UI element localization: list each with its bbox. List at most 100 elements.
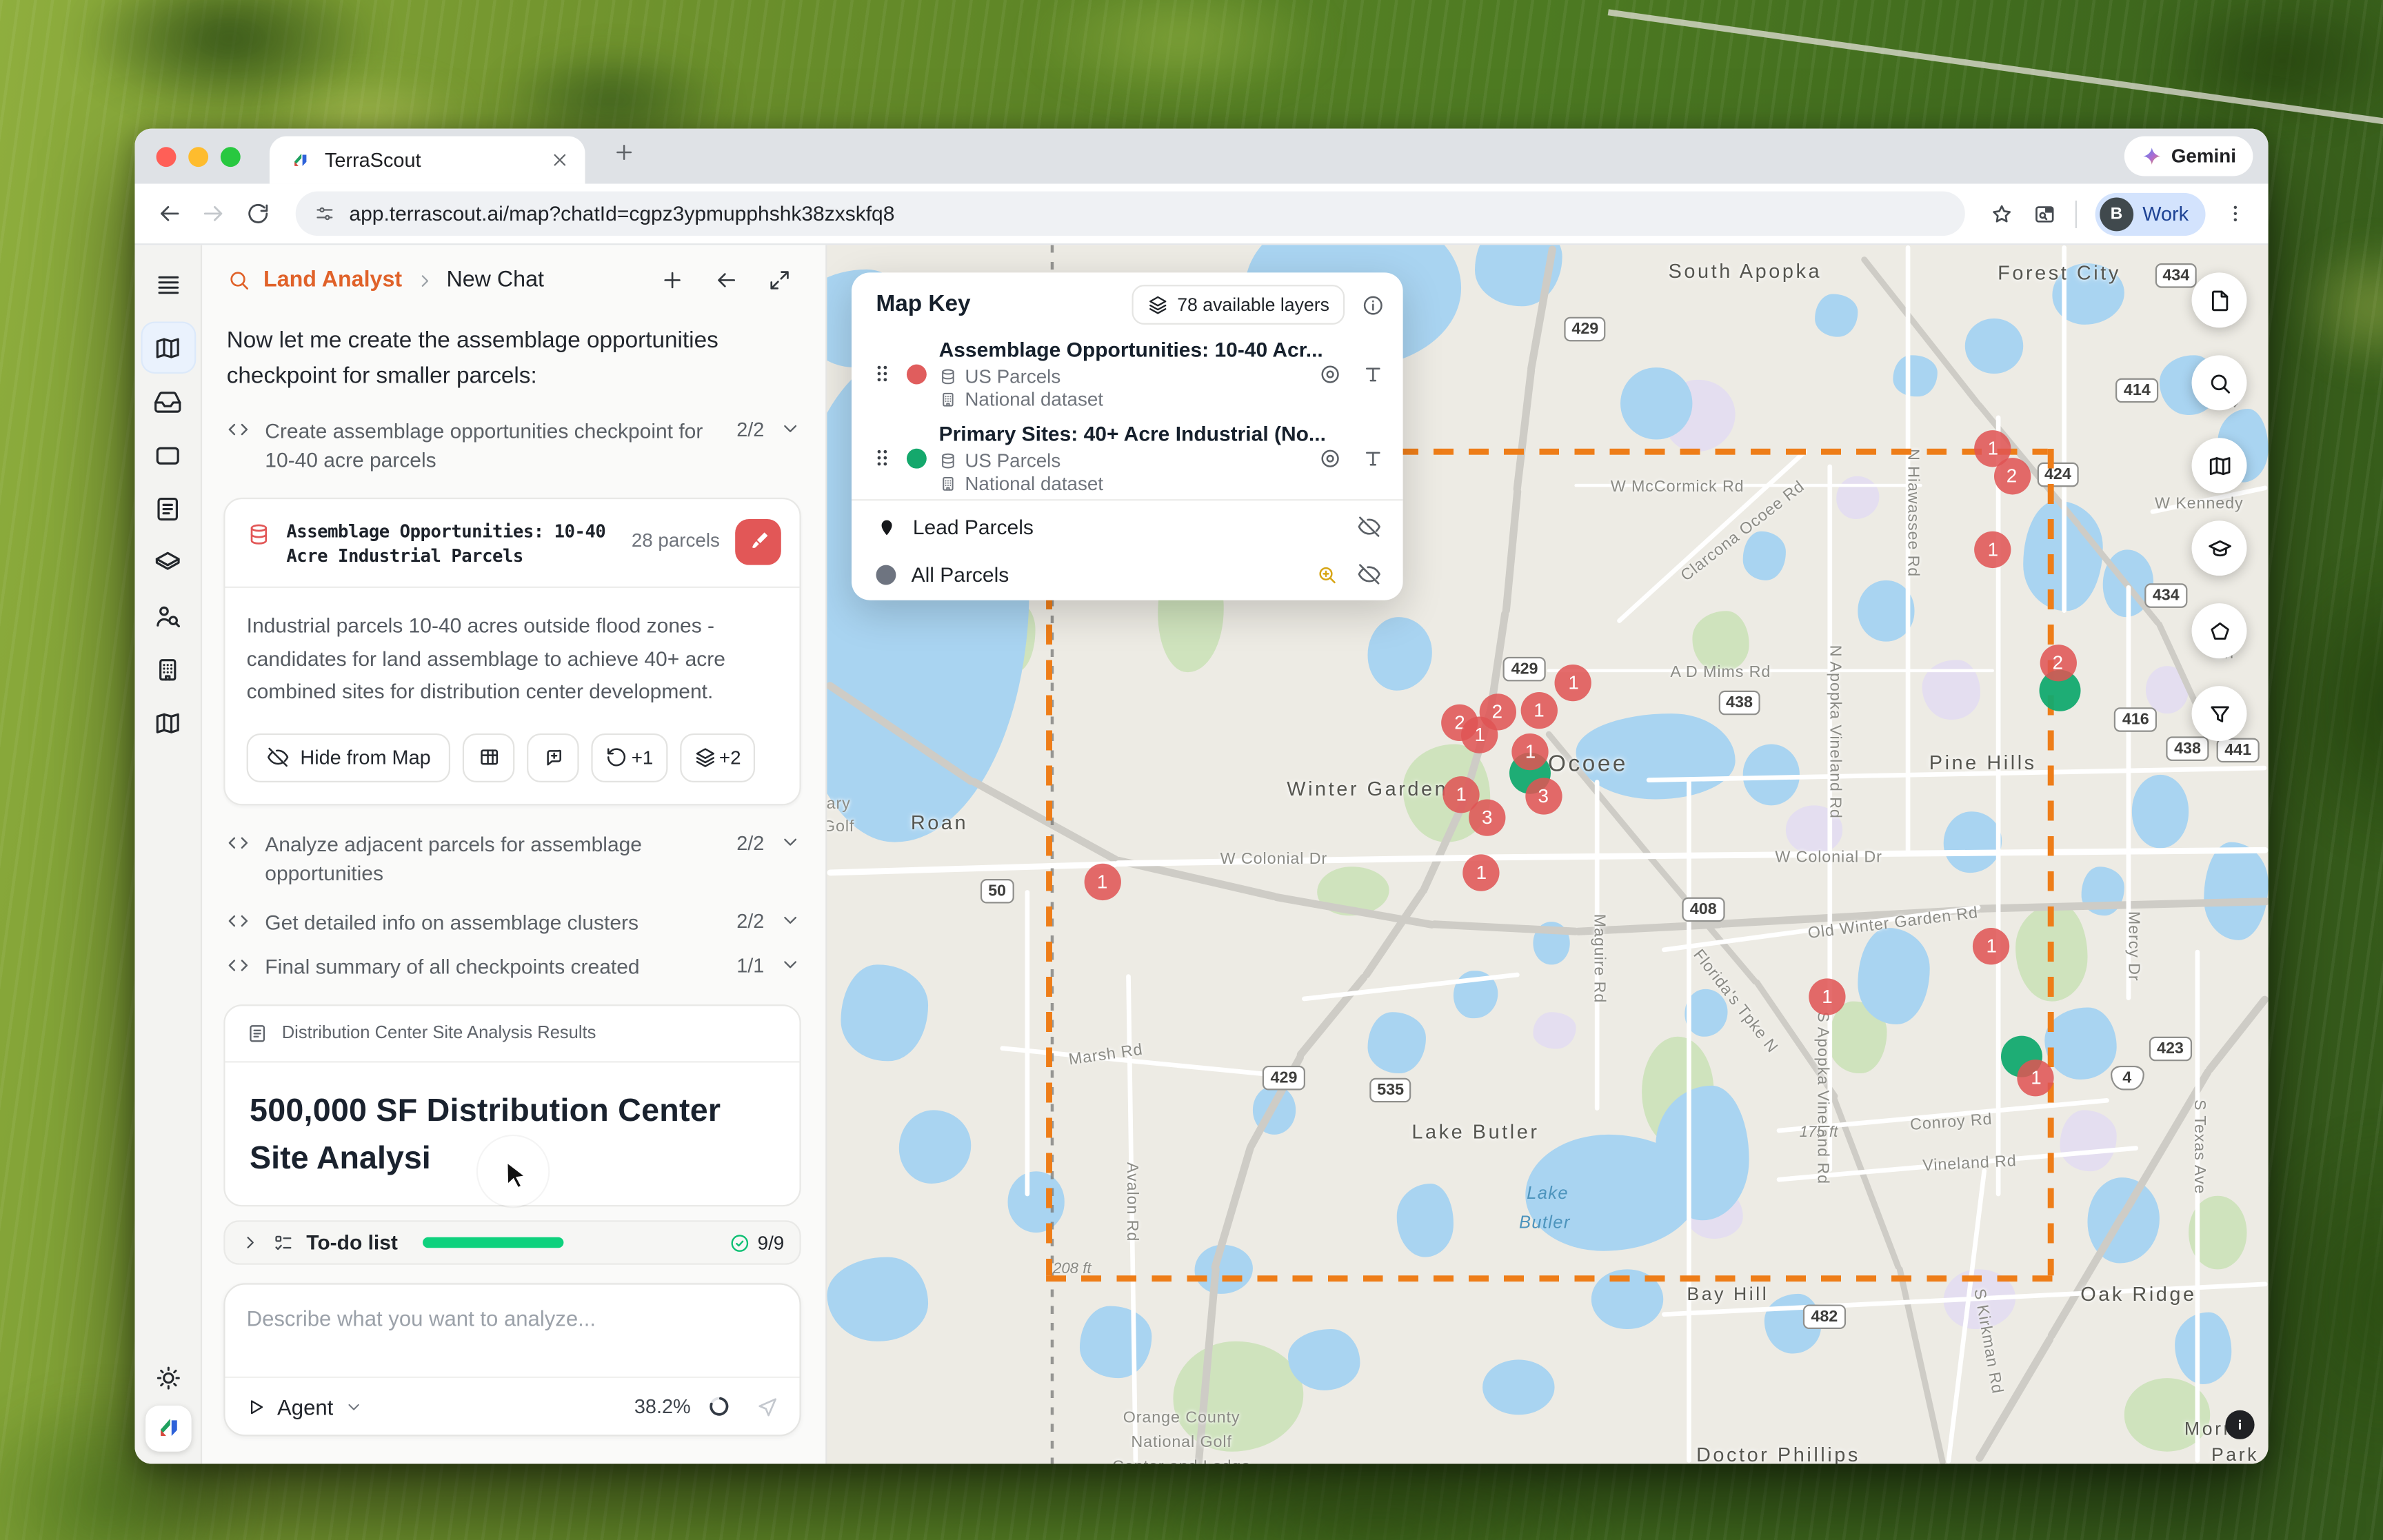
nav-comments[interactable] — [141, 430, 194, 479]
send-button[interactable] — [755, 1394, 780, 1419]
assemblage-cluster-marker[interactable]: 1 — [1511, 733, 1549, 771]
nav-inbox[interactable] — [141, 376, 194, 425]
toggle-label: Lead Parcels — [912, 515, 1034, 538]
label-toggle-icon[interactable] — [1362, 362, 1385, 385]
map-key-layer-row[interactable]: Assemblage Opportunities: 10-40 Acr... U… — [870, 337, 1385, 410]
expand-panel-button[interactable] — [767, 268, 792, 293]
nav-packages[interactable] — [141, 538, 194, 587]
map-road — [1296, 972, 1369, 1060]
table-view-button[interactable] — [463, 733, 515, 782]
new-tab-button[interactable] — [612, 141, 635, 163]
reload-button[interactable] — [245, 201, 271, 227]
checkpoint-count: 2/2 — [736, 909, 765, 933]
selection-right-edge — [2047, 448, 2054, 1275]
road-shield: 4 — [2110, 1065, 2144, 1090]
address-bar[interactable]: app.terrascout.ai/map?chatId=cgpz3ypmupp… — [295, 191, 1965, 236]
history-button[interactable]: +1 — [591, 733, 667, 782]
results-title: 500,000 SF Distribution Center — [250, 1093, 721, 1129]
learn-tool-button[interactable] — [2191, 520, 2247, 576]
close-tab-icon[interactable] — [550, 150, 570, 170]
map-road-label: Orange County — [1123, 1408, 1240, 1427]
all-parcels-row[interactable]: All Parcels — [876, 554, 1382, 594]
map-road — [1895, 1265, 1946, 1464]
back-button[interactable] — [157, 201, 183, 227]
mode-selector[interactable]: Agent — [277, 1394, 333, 1419]
site-settings-icon[interactable] — [314, 203, 335, 224]
lead-parcels-row[interactable]: Lead Parcels — [876, 507, 1382, 547]
close-window-button[interactable] — [156, 146, 177, 167]
search-tool-button[interactable] — [2191, 355, 2247, 411]
label-toggle-icon[interactable] — [1362, 446, 1385, 469]
chevron-down-icon[interactable] — [780, 909, 801, 931]
nav-map-layers[interactable] — [141, 698, 194, 747]
checkpoint-row[interactable]: Analyze adjacent parcels for assemblage … — [202, 805, 825, 889]
assemblage-cluster-marker[interactable]: 1 — [1555, 664, 1592, 701]
attribution-info-button[interactable] — [2225, 1410, 2255, 1439]
assemblage-cluster-marker[interactable]: 1 — [2018, 1059, 2055, 1096]
filter-tool-button[interactable] — [2191, 686, 2247, 742]
checkpoint-count: 2/2 — [736, 831, 765, 854]
drag-handle-icon[interactable] — [870, 445, 895, 470]
nav-map[interactable] — [141, 323, 194, 372]
road-shield: 408 — [1682, 897, 1725, 922]
draw-polygon-tool-button[interactable] — [2191, 603, 2247, 659]
eye-off-icon[interactable] — [1357, 514, 1382, 539]
assemblage-cluster-marker[interactable]: 3 — [1525, 777, 1562, 815]
assemblage-cluster-marker[interactable]: 2 — [1993, 458, 2031, 495]
layers-button[interactable]: +2 — [679, 733, 755, 782]
assemblage-cluster-marker[interactable]: 1 — [1462, 854, 1500, 891]
assemblage-cluster-marker[interactable]: 2 — [2039, 645, 2077, 682]
style-layer-button[interactable] — [735, 518, 781, 565]
menu-button[interactable] — [141, 261, 194, 310]
assemblage-cluster-marker[interactable]: 1 — [1461, 716, 1498, 753]
browser-menu-icon[interactable] — [2224, 202, 2246, 225]
breadcrumb-agent[interactable]: Land Analyst — [263, 268, 402, 293]
chevron-down-icon[interactable] — [780, 417, 801, 438]
collapse-panel-button[interactable] — [714, 268, 738, 293]
assemblage-cluster-marker[interactable]: 1 — [1809, 978, 1846, 1015]
visibility-toggle-icon[interactable] — [1318, 362, 1341, 385]
nav-buildings[interactable] — [141, 645, 194, 693]
chevron-down-icon[interactable] — [780, 955, 801, 976]
assemblage-cluster-marker[interactable]: 1 — [1974, 531, 2012, 569]
assemblage-cluster-marker[interactable]: 1 — [1083, 864, 1121, 901]
gemini-badge[interactable]: Gemini — [2123, 136, 2253, 176]
zoom-window-button[interactable] — [220, 146, 241, 167]
checkpoint-row[interactable]: Final summary of all checkpoints created… — [202, 938, 825, 983]
minimize-window-button[interactable] — [188, 146, 209, 167]
chevron-down-icon[interactable] — [780, 831, 801, 853]
new-chat-button[interactable] — [660, 268, 685, 293]
eye-off-icon[interactable] — [1357, 562, 1382, 587]
chevron-down-icon[interactable] — [344, 1397, 363, 1416]
gray-dot — [876, 564, 896, 585]
nav-documents[interactable] — [141, 484, 194, 533]
chat-input[interactable]: Describe what you want to analyze... Age… — [223, 1283, 801, 1437]
browser-tab[interactable]: TerraScout — [269, 136, 585, 184]
doc-tool-button[interactable] — [2191, 272, 2247, 328]
assemblage-cluster-marker[interactable]: 1 — [1973, 929, 2010, 966]
hide-from-map-button[interactable]: Hide from Map — [246, 733, 451, 782]
profile-chip[interactable]: B Work — [2095, 192, 2206, 235]
checkpoint-row[interactable]: Get detailed info on assemblage clusters… — [202, 889, 825, 938]
forward-button[interactable] — [201, 201, 227, 227]
bookmark-icon[interactable] — [1989, 201, 2014, 226]
nav-people-search[interactable] — [141, 591, 194, 640]
comment-button[interactable] — [527, 733, 580, 782]
checkpoint-row[interactable]: Create assemblage opportunities checkpoi… — [202, 394, 825, 476]
map-key-layer-row[interactable]: Primary Sites: 40+ Acre Industrial (No..… — [870, 421, 1385, 494]
info-icon[interactable] — [1362, 294, 1385, 316]
assemblage-cluster-marker[interactable]: 3 — [1469, 799, 1506, 837]
map-canvas[interactable]: South Apopka Forest City Ocoee Winter Garde… — [827, 245, 2269, 1464]
zoom-to-layer-icon[interactable] — [1316, 563, 1338, 585]
todo-list-bar[interactable]: To-do list 9/9 — [223, 1220, 801, 1265]
basemap-tool-button[interactable] — [2191, 438, 2247, 494]
chevron-right-icon[interactable] — [241, 1233, 261, 1253]
map-road-label: W Colonial Dr — [1775, 847, 1882, 867]
theme-toggle[interactable] — [154, 1364, 181, 1392]
drag-handle-icon[interactable] — [870, 361, 895, 386]
available-layers-chip[interactable]: 78 available layers — [1131, 285, 1345, 325]
visibility-toggle-icon[interactable] — [1318, 446, 1341, 469]
side-panel-icon[interactable] — [2032, 201, 2057, 226]
assemblage-cluster-marker[interactable]: 1 — [1520, 692, 1558, 729]
pin-icon — [876, 516, 898, 538]
